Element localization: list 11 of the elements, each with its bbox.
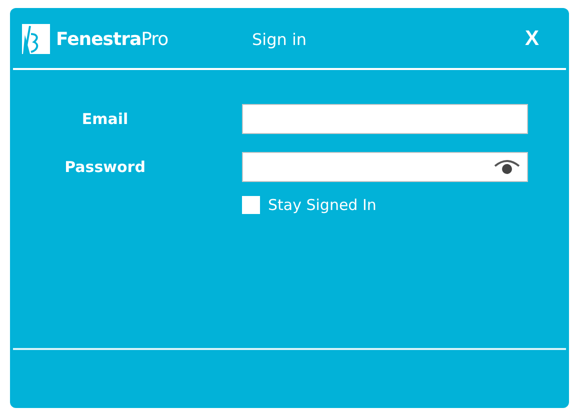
field-label: Email [80,110,130,128]
checkbox-label: Stay Signed In [268,196,376,214]
field-label: Password [64,158,146,176]
email-field[interactable] [242,104,528,134]
eye-icon[interactable] [493,159,521,175]
logo-text: FenestraPro [56,28,168,50]
password-field[interactable] [242,152,528,182]
window-title: Sign in [252,30,307,48]
checkbox[interactable] [242,196,260,214]
logo-icon [22,24,50,54]
close-button[interactable]: X [520,27,543,51]
